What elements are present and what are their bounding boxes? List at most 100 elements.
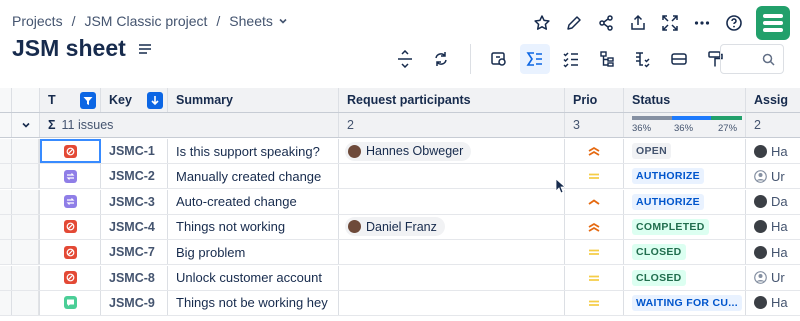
participant-chip[interactable]: Hannes Obweger	[345, 141, 472, 161]
status-cell[interactable]: AUTHORIZE	[624, 189, 746, 214]
summary-cell[interactable]: Unlock customer account	[168, 265, 339, 290]
search-input[interactable]	[720, 44, 784, 74]
column-header-type[interactable]: T	[40, 88, 101, 112]
share-button[interactable]	[590, 7, 622, 39]
type-cell[interactable]	[40, 265, 101, 290]
sum-button[interactable]	[520, 44, 550, 74]
list-menu-icon[interactable]	[138, 43, 152, 55]
key-cell[interactable]: JSMC-8	[101, 265, 168, 290]
summary-cell[interactable]: Big problem	[168, 240, 339, 265]
type-cell[interactable]	[40, 189, 101, 214]
type-cell[interactable]	[40, 290, 101, 315]
status-cell[interactable]: CLOSED	[624, 265, 746, 290]
breadcrumb-sheets[interactable]: Sheets	[229, 13, 273, 29]
key-cell[interactable]: JSMC-9	[101, 290, 168, 315]
card-view-button[interactable]	[664, 44, 694, 74]
row-drag-handle[interactable]	[12, 265, 40, 290]
column-header-prio[interactable]: Prio	[565, 88, 624, 112]
export-button[interactable]	[622, 7, 654, 39]
type-cell[interactable]	[40, 139, 101, 163]
summary-cell[interactable]: Manually created change	[168, 164, 339, 189]
view-settings-button[interactable]	[484, 44, 514, 74]
status-cell[interactable]: AUTHORIZE	[624, 164, 746, 189]
participant-chip[interactable]: Daniel Franz	[345, 217, 445, 237]
column-header-summary[interactable]: Summary	[168, 88, 339, 112]
prio-cell[interactable]	[565, 240, 624, 265]
type-cell[interactable]	[40, 164, 101, 189]
issue-key[interactable]: JSMC-9	[101, 296, 155, 310]
assignee-cell[interactable]: Ha	[746, 240, 800, 264]
chevron-down-icon[interactable]	[278, 16, 288, 26]
table-row[interactable]: JSMC-9 Things not be working hey WAITING F…	[0, 290, 800, 316]
key-cell[interactable]: JSMC-7	[101, 240, 168, 265]
edit-button[interactable]	[558, 7, 590, 39]
app-logo[interactable]	[756, 6, 790, 40]
status-cell[interactable]: WAITING FOR CU...	[624, 290, 746, 315]
assignee-cell[interactable]: Ha	[746, 215, 800, 239]
breadcrumb-project[interactable]: JSM Classic project	[84, 13, 207, 29]
prio-cell[interactable]	[565, 265, 624, 290]
column-header-assignee[interactable]: Assig	[746, 88, 800, 112]
type-cell[interactable]	[40, 240, 101, 265]
row-drag-handle[interactable]	[12, 240, 40, 265]
row-drag-handle[interactable]	[12, 164, 40, 189]
refresh-button[interactable]	[426, 44, 456, 74]
participants-cell[interactable]	[339, 240, 565, 265]
issue-key[interactable]: JSMC-3	[101, 195, 155, 209]
group-collapse-toggle[interactable]	[12, 113, 40, 137]
participants-cell[interactable]: Hannes Obweger	[339, 139, 565, 163]
assignee-cell[interactable]: Ur	[746, 266, 800, 290]
breadcrumb-projects[interactable]: Projects	[12, 13, 63, 29]
summary-cell[interactable]: Things not working	[168, 214, 339, 239]
more-button[interactable]	[686, 7, 718, 39]
column-header-status[interactable]: Status	[624, 88, 746, 112]
prio-cell[interactable]	[565, 189, 624, 214]
column-header-key[interactable]: Key	[101, 88, 168, 112]
hierarchy-button[interactable]	[592, 44, 622, 74]
table-row[interactable]: JSMC-4 Things not working Daniel Franz COMP…	[0, 214, 800, 240]
key-cell[interactable]: JSMC-2	[101, 164, 168, 189]
star-button[interactable]	[526, 7, 558, 39]
participants-cell[interactable]	[339, 265, 565, 290]
status-cell[interactable]: CLOSED	[624, 240, 746, 265]
key-cell[interactable]: JSMC-1	[101, 139, 168, 163]
status-cell[interactable]: COMPLETED	[624, 214, 746, 239]
summary-cell[interactable]: Is this support speaking?	[168, 139, 339, 163]
participants-cell[interactable]: Daniel Franz	[339, 214, 565, 239]
filter-button[interactable]	[80, 92, 96, 109]
summary-cell[interactable]: Things not be working hey	[168, 290, 339, 315]
key-cell[interactable]: JSMC-4	[101, 214, 168, 239]
filter-list-button[interactable]	[628, 44, 658, 74]
help-button[interactable]	[718, 7, 750, 39]
row-drag-handle[interactable]	[12, 189, 40, 214]
issue-key[interactable]: JSMC-8	[101, 271, 155, 285]
issue-key[interactable]: JSMC-4	[101, 220, 155, 234]
table-row[interactable]: JSMC-7 Big problem CLOSED Ha	[0, 240, 800, 266]
summary-cell[interactable]: Auto-created change	[168, 189, 339, 214]
key-cell[interactable]: JSMC-3	[101, 189, 168, 214]
status-cell[interactable]: OPEN	[624, 139, 746, 163]
row-height-button[interactable]	[390, 44, 420, 74]
assignee-cell[interactable]: Ha	[746, 291, 800, 315]
type-cell[interactable]	[40, 214, 101, 239]
table-row[interactable]: JSMC-8 Unlock customer account CLOSED Ur	[0, 265, 800, 291]
fullscreen-button[interactable]	[654, 7, 686, 39]
checklist-button[interactable]	[556, 44, 586, 74]
row-drag-handle[interactable]	[12, 214, 40, 239]
sort-button[interactable]	[147, 92, 163, 109]
participants-cell[interactable]	[339, 290, 565, 315]
prio-cell[interactable]	[565, 290, 624, 315]
column-header-participants[interactable]: Request participants	[339, 88, 565, 112]
row-drag-handle[interactable]	[12, 290, 40, 315]
table-row[interactable]: JSMC-1 Is this support speaking? Hannes Ob…	[0, 139, 800, 164]
assignee-cell[interactable]: Da	[746, 190, 800, 214]
row-drag-handle[interactable]	[12, 139, 40, 163]
prio-cell[interactable]	[565, 164, 624, 189]
table-row[interactable]: JSMC-2 Manually created change AUTHORIZE Ur	[0, 164, 800, 190]
participants-cell[interactable]	[339, 189, 565, 214]
prio-cell[interactable]	[565, 214, 624, 239]
issue-key[interactable]: JSMC-1	[101, 144, 155, 158]
table-row[interactable]: JSMC-3 Auto-created change AUTHORIZE Da	[0, 189, 800, 215]
issue-key[interactable]: JSMC-2	[101, 169, 155, 183]
assignee-cell[interactable]: Ha	[746, 139, 800, 163]
